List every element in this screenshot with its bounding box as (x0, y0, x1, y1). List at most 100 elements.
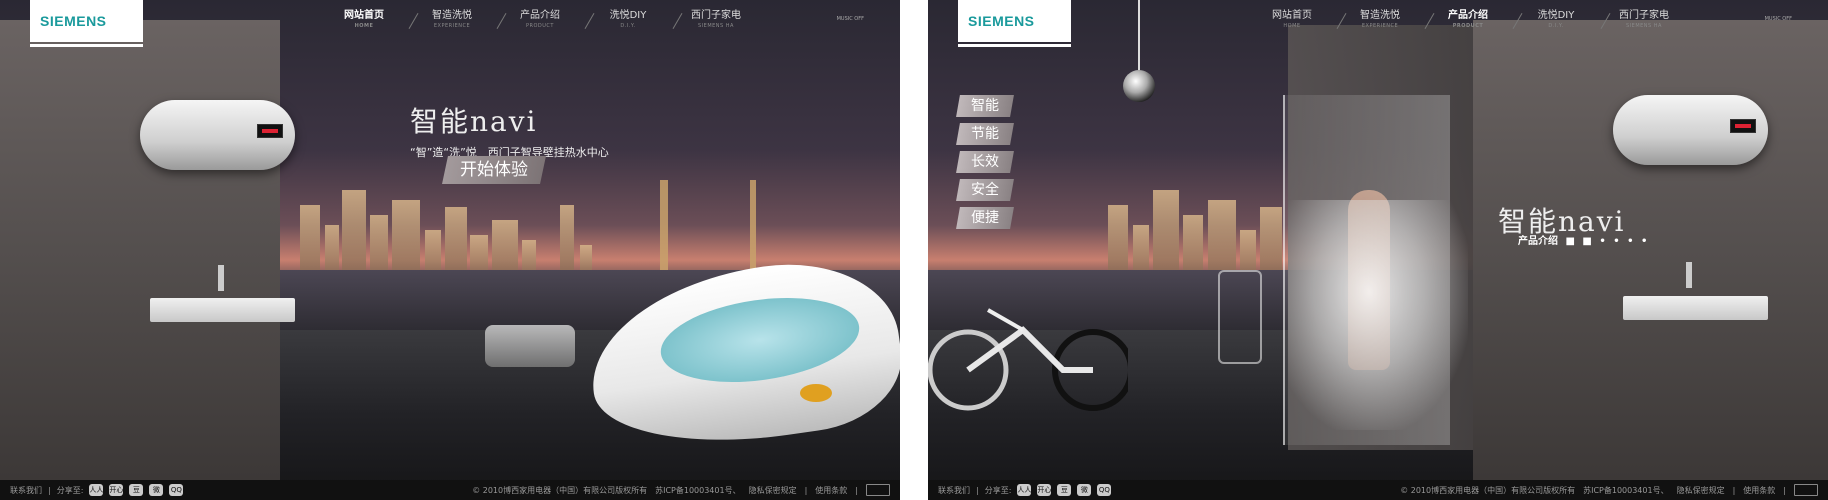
siemens-logo[interactable]: SIEMENS (30, 0, 143, 42)
side-menu-item-0[interactable]: 智能 (956, 95, 1014, 117)
nav-item-sublabel: HOME (1283, 23, 1301, 29)
nav-item-sublabel: SIEMENS HA (698, 23, 734, 29)
share-label: 分享至: (56, 485, 84, 495)
side-menu-label: 节能 (971, 126, 999, 142)
nav-item-sublabel: D.I.Y. (620, 23, 636, 29)
home-panel: SIEMENS 网站首页 HOME 智造洗悦 EXPERIENCE 产品介绍 PRODUC… (0, 0, 900, 500)
logo-underline (30, 44, 143, 47)
douban-icon-2[interactable]: 豆 (1057, 484, 1072, 496)
music-toggle-2[interactable]: MUSIC OFF (1765, 16, 1792, 22)
heater-display (257, 124, 283, 138)
kaixin-icon-2[interactable]: 开心 (1037, 484, 1052, 496)
glass-door (1283, 95, 1450, 445)
nav-item-sublabel: PRODUCT (526, 23, 554, 29)
terms-link[interactable]: 使用条款 (815, 485, 847, 496)
nav-item-2[interactable]: 产品介绍 PRODUCT (496, 10, 584, 32)
nav-item-label: 产品介绍 (520, 10, 560, 21)
nav-item-label: 网站首页 (344, 10, 384, 21)
pendant-lamp-cord (1138, 0, 1140, 70)
nav-item-0[interactable]: 网站首页 HOME (1248, 10, 1336, 32)
heater-display-2 (1730, 119, 1756, 133)
copyright: © 2010博西家用电器（中国）有限公司版权所有 (472, 485, 648, 495)
contact-link[interactable]: 联系我们 (10, 485, 42, 496)
bicycle (928, 308, 1128, 411)
sponge (800, 384, 832, 402)
icp-number-2: 苏ICP备10003401号、 (1583, 485, 1669, 495)
nav-item-label: 智造洗悦 (1360, 10, 1400, 21)
weibo-icon-2[interactable]: 微 (1077, 484, 1092, 496)
product-panel: 智能节能长效安全便捷 SIEMENS 网站首页 HOME 智造洗悦 EXPERIENC… (928, 0, 1828, 500)
faucet-2 (1686, 262, 1692, 288)
nav-item-sublabel: HOME (354, 23, 374, 29)
siemens-logo-2[interactable]: SIEMENS (958, 0, 1071, 42)
nav-item-1[interactable]: 智造洗悦 EXPERIENCE (408, 10, 496, 32)
start-experience-button[interactable]: 开始体验 (442, 156, 546, 184)
slogan: 智能navi “智”造“洗”悦 西门子智导壁挂热水中心 (410, 100, 609, 160)
nav-item-3[interactable]: 洗悦DIY D.I.Y. (584, 10, 672, 32)
side-menu-item-1[interactable]: 节能 (956, 123, 1014, 145)
side-menu-label: 智能 (971, 98, 999, 114)
copyright-2: © 2010博西家用电器（中国）有限公司版权所有 (1400, 485, 1576, 495)
nav-item-sublabel: PRODUCT (1452, 23, 1484, 29)
glass-table (485, 325, 575, 367)
nav-item-sublabel: EXPERIENCE (1361, 23, 1399, 29)
main-nav: 网站首页 HOME 智造洗悦 EXPERIENCE 产品介绍 PRODUCT 洗悦DIY D.… (320, 10, 760, 32)
panel-gap (900, 0, 928, 500)
side-menu-label: 安全 (971, 182, 999, 198)
side-menu-item-4[interactable]: 便捷 (956, 207, 1014, 229)
nav-item-label: 智造洗悦 (432, 10, 472, 21)
water-heater-2 (1613, 95, 1768, 165)
fullscreen-button[interactable] (866, 484, 890, 496)
contact-link-2[interactable]: 联系我们 (938, 485, 970, 496)
nav-item-label: 产品介绍 (1448, 10, 1488, 21)
sink (150, 298, 295, 322)
logo-underline-2 (958, 44, 1071, 47)
side-menu-label: 便捷 (971, 210, 999, 226)
renren-icon-2[interactable]: 人人 (1017, 484, 1032, 496)
side-menu-item-2[interactable]: 长效 (956, 151, 1014, 173)
share-label-2: 分享至: (984, 485, 1012, 495)
nav-item-4[interactable]: 西门子家电 SIEMENS HA (1600, 10, 1688, 32)
product-pager-dots[interactable]: ■ ■ • • • • (1565, 236, 1649, 247)
sink-2 (1623, 296, 1768, 320)
nav-item-4[interactable]: 西门子家电 SIEMENS HA (672, 10, 760, 32)
nav-item-1[interactable]: 智造洗悦 EXPERIENCE (1336, 10, 1424, 32)
city-skyline (260, 180, 820, 275)
kaixin-icon[interactable]: 开心 (109, 484, 124, 496)
main-nav-2: 网站首页 HOME 智造洗悦 EXPERIENCE 产品介绍 PRODUCT 洗悦DIY D.… (1248, 10, 1688, 32)
fullscreen-button-2[interactable] (1794, 484, 1818, 496)
nav-item-label: 网站首页 (1272, 10, 1312, 21)
icp-number: 苏ICP备10003401号、 (655, 485, 741, 495)
nav-item-label: 西门子家电 (691, 10, 741, 21)
footer: 联系我们 | 分享至: 人人 开心 豆 微 QQ © 2010博西家用电器（中国… (0, 480, 900, 500)
nav-item-label: 洗悦DIY (609, 10, 647, 21)
nav-item-label: 洗悦DIY (1537, 10, 1575, 21)
slogan-title: 智能navi (410, 105, 538, 138)
nav-item-3[interactable]: 洗悦DIY D.I.Y. (1512, 10, 1600, 32)
terms-link-2[interactable]: 使用条款 (1743, 485, 1775, 496)
nav-item-2[interactable]: 产品介绍 PRODUCT (1424, 10, 1512, 32)
nav-item-0[interactable]: 网站首页 HOME (320, 10, 408, 32)
nav-item-sublabel: SIEMENS HA (1626, 23, 1662, 29)
pendant-lamp (1123, 70, 1155, 102)
music-toggle[interactable]: MUSIC OFF (837, 16, 864, 22)
douban-icon[interactable]: 豆 (129, 484, 144, 496)
faucet (218, 265, 224, 291)
logo-text: SIEMENS (40, 13, 107, 29)
qq-icon-2[interactable]: QQ (1097, 484, 1112, 496)
privacy-link[interactable]: 隐私保密规定 (749, 485, 797, 496)
side-menu-label: 长效 (971, 154, 999, 170)
nav-item-sublabel: EXPERIENCE (433, 23, 471, 29)
nav-item-sublabel: D.I.Y. (1548, 23, 1564, 29)
side-menu-item-3[interactable]: 安全 (956, 179, 1014, 201)
feature-side-menu: 智能节能长效安全便捷 (956, 95, 1014, 235)
weibo-icon[interactable]: 微 (149, 484, 164, 496)
renren-icon[interactable]: 人人 (89, 484, 104, 496)
privacy-link-2[interactable]: 隐私保密规定 (1677, 485, 1725, 496)
qq-icon[interactable]: QQ (169, 484, 184, 496)
wall-2 (1473, 20, 1828, 480)
nav-item-label: 西门子家电 (1619, 10, 1669, 21)
water-heater (140, 100, 295, 170)
start-button-label: 开始体验 (460, 160, 528, 180)
product-intro-text: 产品介绍 (1518, 236, 1558, 247)
